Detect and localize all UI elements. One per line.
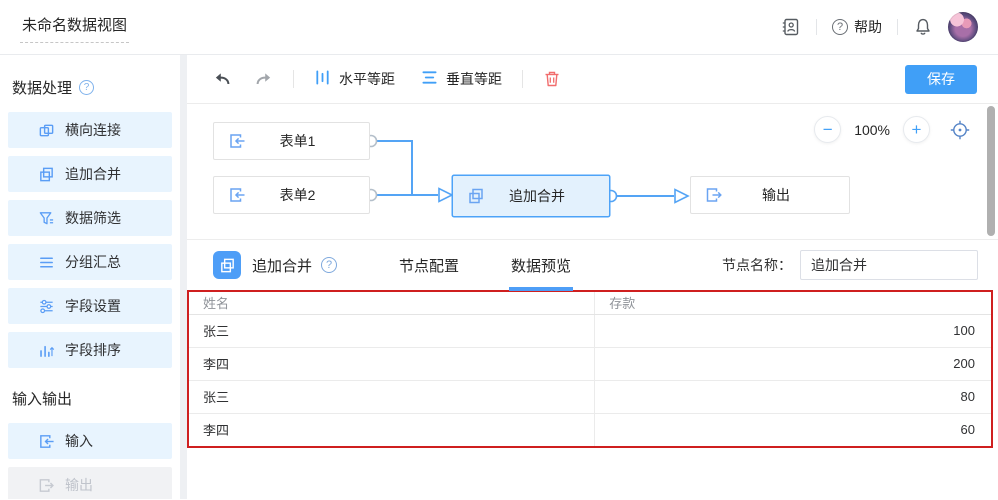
table-row: 张三 80 bbox=[189, 380, 991, 413]
append-merge-badge-icon bbox=[213, 251, 241, 279]
tab-data-preview[interactable]: 数据预览 bbox=[511, 240, 571, 291]
help-button[interactable]: ? 帮助 bbox=[832, 17, 882, 37]
page-title[interactable]: 未命名数据视图 bbox=[20, 12, 129, 43]
sidebar-item-label: 字段排序 bbox=[65, 340, 121, 360]
node-label: 表单1 bbox=[246, 131, 369, 151]
sidebar-item-data-filter[interactable]: 数据筛选 bbox=[8, 200, 172, 236]
table-header-row: 姓名 存款 bbox=[189, 292, 991, 314]
node-label: 表单2 bbox=[246, 185, 369, 205]
avatar[interactable] bbox=[948, 12, 978, 42]
save-button[interactable]: 保存 bbox=[905, 65, 977, 94]
flow-node-output[interactable]: 输出 bbox=[690, 176, 850, 214]
top-bar: 未命名数据视图 ? 帮助 bbox=[0, 0, 998, 55]
cell-name: 李四 bbox=[189, 413, 595, 446]
content: 数据处理 ? 横向连接 追加合并 数据筛选 分组汇总 字段设置 字段排序 输入输 bbox=[0, 55, 998, 499]
zoom-out-button[interactable]: − bbox=[814, 116, 841, 143]
cell-name: 李四 bbox=[189, 347, 595, 380]
flow-node-append-merge[interactable]: 追加合并 bbox=[452, 175, 610, 217]
tab-node-config[interactable]: 节点配置 bbox=[399, 240, 459, 291]
sidebar-item-label: 字段设置 bbox=[65, 296, 121, 316]
help-label: 帮助 bbox=[854, 17, 882, 37]
append-merge-icon bbox=[38, 166, 55, 183]
sidebar-item-horizontal-join[interactable]: 横向连接 bbox=[8, 112, 172, 148]
divider bbox=[522, 70, 523, 88]
node-label: 追加合并 bbox=[485, 186, 609, 206]
sidebar-item-field-sort[interactable]: 字段排序 bbox=[8, 332, 172, 368]
input-icon bbox=[228, 132, 246, 150]
group-summary-icon bbox=[38, 254, 55, 271]
sidebar-item-input[interactable]: 输入 bbox=[8, 423, 172, 459]
vertical-distribute-icon bbox=[421, 69, 438, 89]
zoom-controls: − 100% + bbox=[814, 116, 971, 143]
cell-deposit: 60 bbox=[595, 413, 991, 446]
input-icon bbox=[38, 433, 55, 450]
divider bbox=[816, 19, 817, 35]
cell-deposit: 100 bbox=[595, 314, 991, 347]
canvas-toolbar: 水平等距 垂直等距 保存 bbox=[187, 55, 998, 104]
sidebar-item-output: 输出 bbox=[8, 467, 172, 499]
table-row: 李四 60 bbox=[189, 413, 991, 446]
sidebar-item-append-merge[interactable]: 追加合并 bbox=[8, 156, 172, 192]
sidebar-item-label: 分组汇总 bbox=[65, 252, 121, 272]
table-row: 张三 100 bbox=[189, 314, 991, 347]
sidebar-item-group-summary[interactable]: 分组汇总 bbox=[8, 244, 172, 280]
flow-node-form1[interactable]: 表单1 bbox=[213, 122, 370, 160]
data-preview-table: 姓名 存款 张三 100 李四 200 张三 80 bbox=[189, 292, 991, 446]
column-header-deposit: 存款 bbox=[595, 292, 991, 314]
delete-node-button[interactable] bbox=[543, 70, 561, 88]
horizontal-distribute-icon bbox=[314, 69, 331, 89]
field-sort-icon bbox=[38, 342, 55, 359]
vertical-distribute-button[interactable]: 垂直等距 bbox=[421, 69, 502, 89]
topbar-actions: ? 帮助 bbox=[781, 12, 978, 42]
sidebar-item-label: 追加合并 bbox=[65, 164, 121, 184]
output-icon bbox=[38, 477, 55, 494]
sidebar-item-label: 输入 bbox=[65, 431, 93, 451]
node-panel-header: 追加合并 ? 节点配置 数据预览 节点名称： bbox=[187, 239, 998, 290]
bell-icon[interactable] bbox=[913, 17, 933, 37]
sidebar-heading-data-processing: 数据处理 ? bbox=[12, 77, 168, 98]
main-area: 水平等距 垂直等距 保存 bbox=[187, 55, 998, 499]
sidebar-item-label: 数据筛选 bbox=[65, 208, 121, 228]
zoom-in-button[interactable]: + bbox=[903, 116, 930, 143]
field-settings-icon bbox=[38, 298, 55, 315]
column-header-name: 姓名 bbox=[189, 292, 595, 314]
cell-name: 张三 bbox=[189, 380, 595, 413]
canvas-scrollbar[interactable] bbox=[987, 106, 995, 236]
cell-deposit: 200 bbox=[595, 347, 991, 380]
sidebar-heading-input-output: 输入输出 bbox=[12, 388, 168, 409]
node-name-input[interactable] bbox=[800, 250, 978, 280]
horizontal-distribute-button[interactable]: 水平等距 bbox=[314, 69, 395, 89]
node-help-icon[interactable]: ? bbox=[321, 257, 337, 273]
filter-icon bbox=[38, 210, 55, 227]
data-preview-table-highlight: 姓名 存款 张三 100 李四 200 张三 80 bbox=[187, 290, 993, 448]
divider bbox=[897, 19, 898, 35]
cell-name: 张三 bbox=[189, 314, 595, 347]
sidebar-item-field-settings[interactable]: 字段设置 bbox=[8, 288, 172, 324]
node-label: 输出 bbox=[723, 185, 849, 205]
join-icon bbox=[38, 122, 55, 139]
data-processing-help-icon[interactable]: ? bbox=[79, 80, 94, 95]
node-name-group: 节点名称： bbox=[722, 250, 978, 280]
output-icon bbox=[705, 186, 723, 204]
contacts-icon[interactable] bbox=[781, 17, 801, 37]
redo-button[interactable] bbox=[254, 70, 273, 89]
flow-node-form2[interactable]: 表单2 bbox=[213, 176, 370, 214]
panel-title: 追加合并 bbox=[252, 255, 312, 276]
append-merge-icon bbox=[467, 187, 485, 205]
flow-canvas[interactable]: 表单1 表单2 追加合并 输出 − 100% + bbox=[187, 104, 998, 239]
zoom-level: 100% bbox=[854, 122, 890, 138]
sidebar: 数据处理 ? 横向连接 追加合并 数据筛选 分组汇总 字段设置 字段排序 输入输 bbox=[0, 55, 180, 499]
cell-deposit: 80 bbox=[595, 380, 991, 413]
sidebar-item-label: 横向连接 bbox=[65, 120, 121, 140]
locate-center-icon[interactable] bbox=[949, 119, 971, 141]
divider bbox=[293, 70, 294, 88]
node-name-label: 节点名称： bbox=[722, 255, 792, 275]
question-icon: ? bbox=[832, 19, 848, 35]
table-row: 李四 200 bbox=[189, 347, 991, 380]
input-icon bbox=[228, 186, 246, 204]
panel-tabs: 节点配置 数据预览 bbox=[399, 240, 571, 291]
sidebar-divider bbox=[180, 55, 187, 499]
sidebar-item-label: 输出 bbox=[65, 475, 93, 495]
undo-button[interactable] bbox=[213, 70, 232, 89]
